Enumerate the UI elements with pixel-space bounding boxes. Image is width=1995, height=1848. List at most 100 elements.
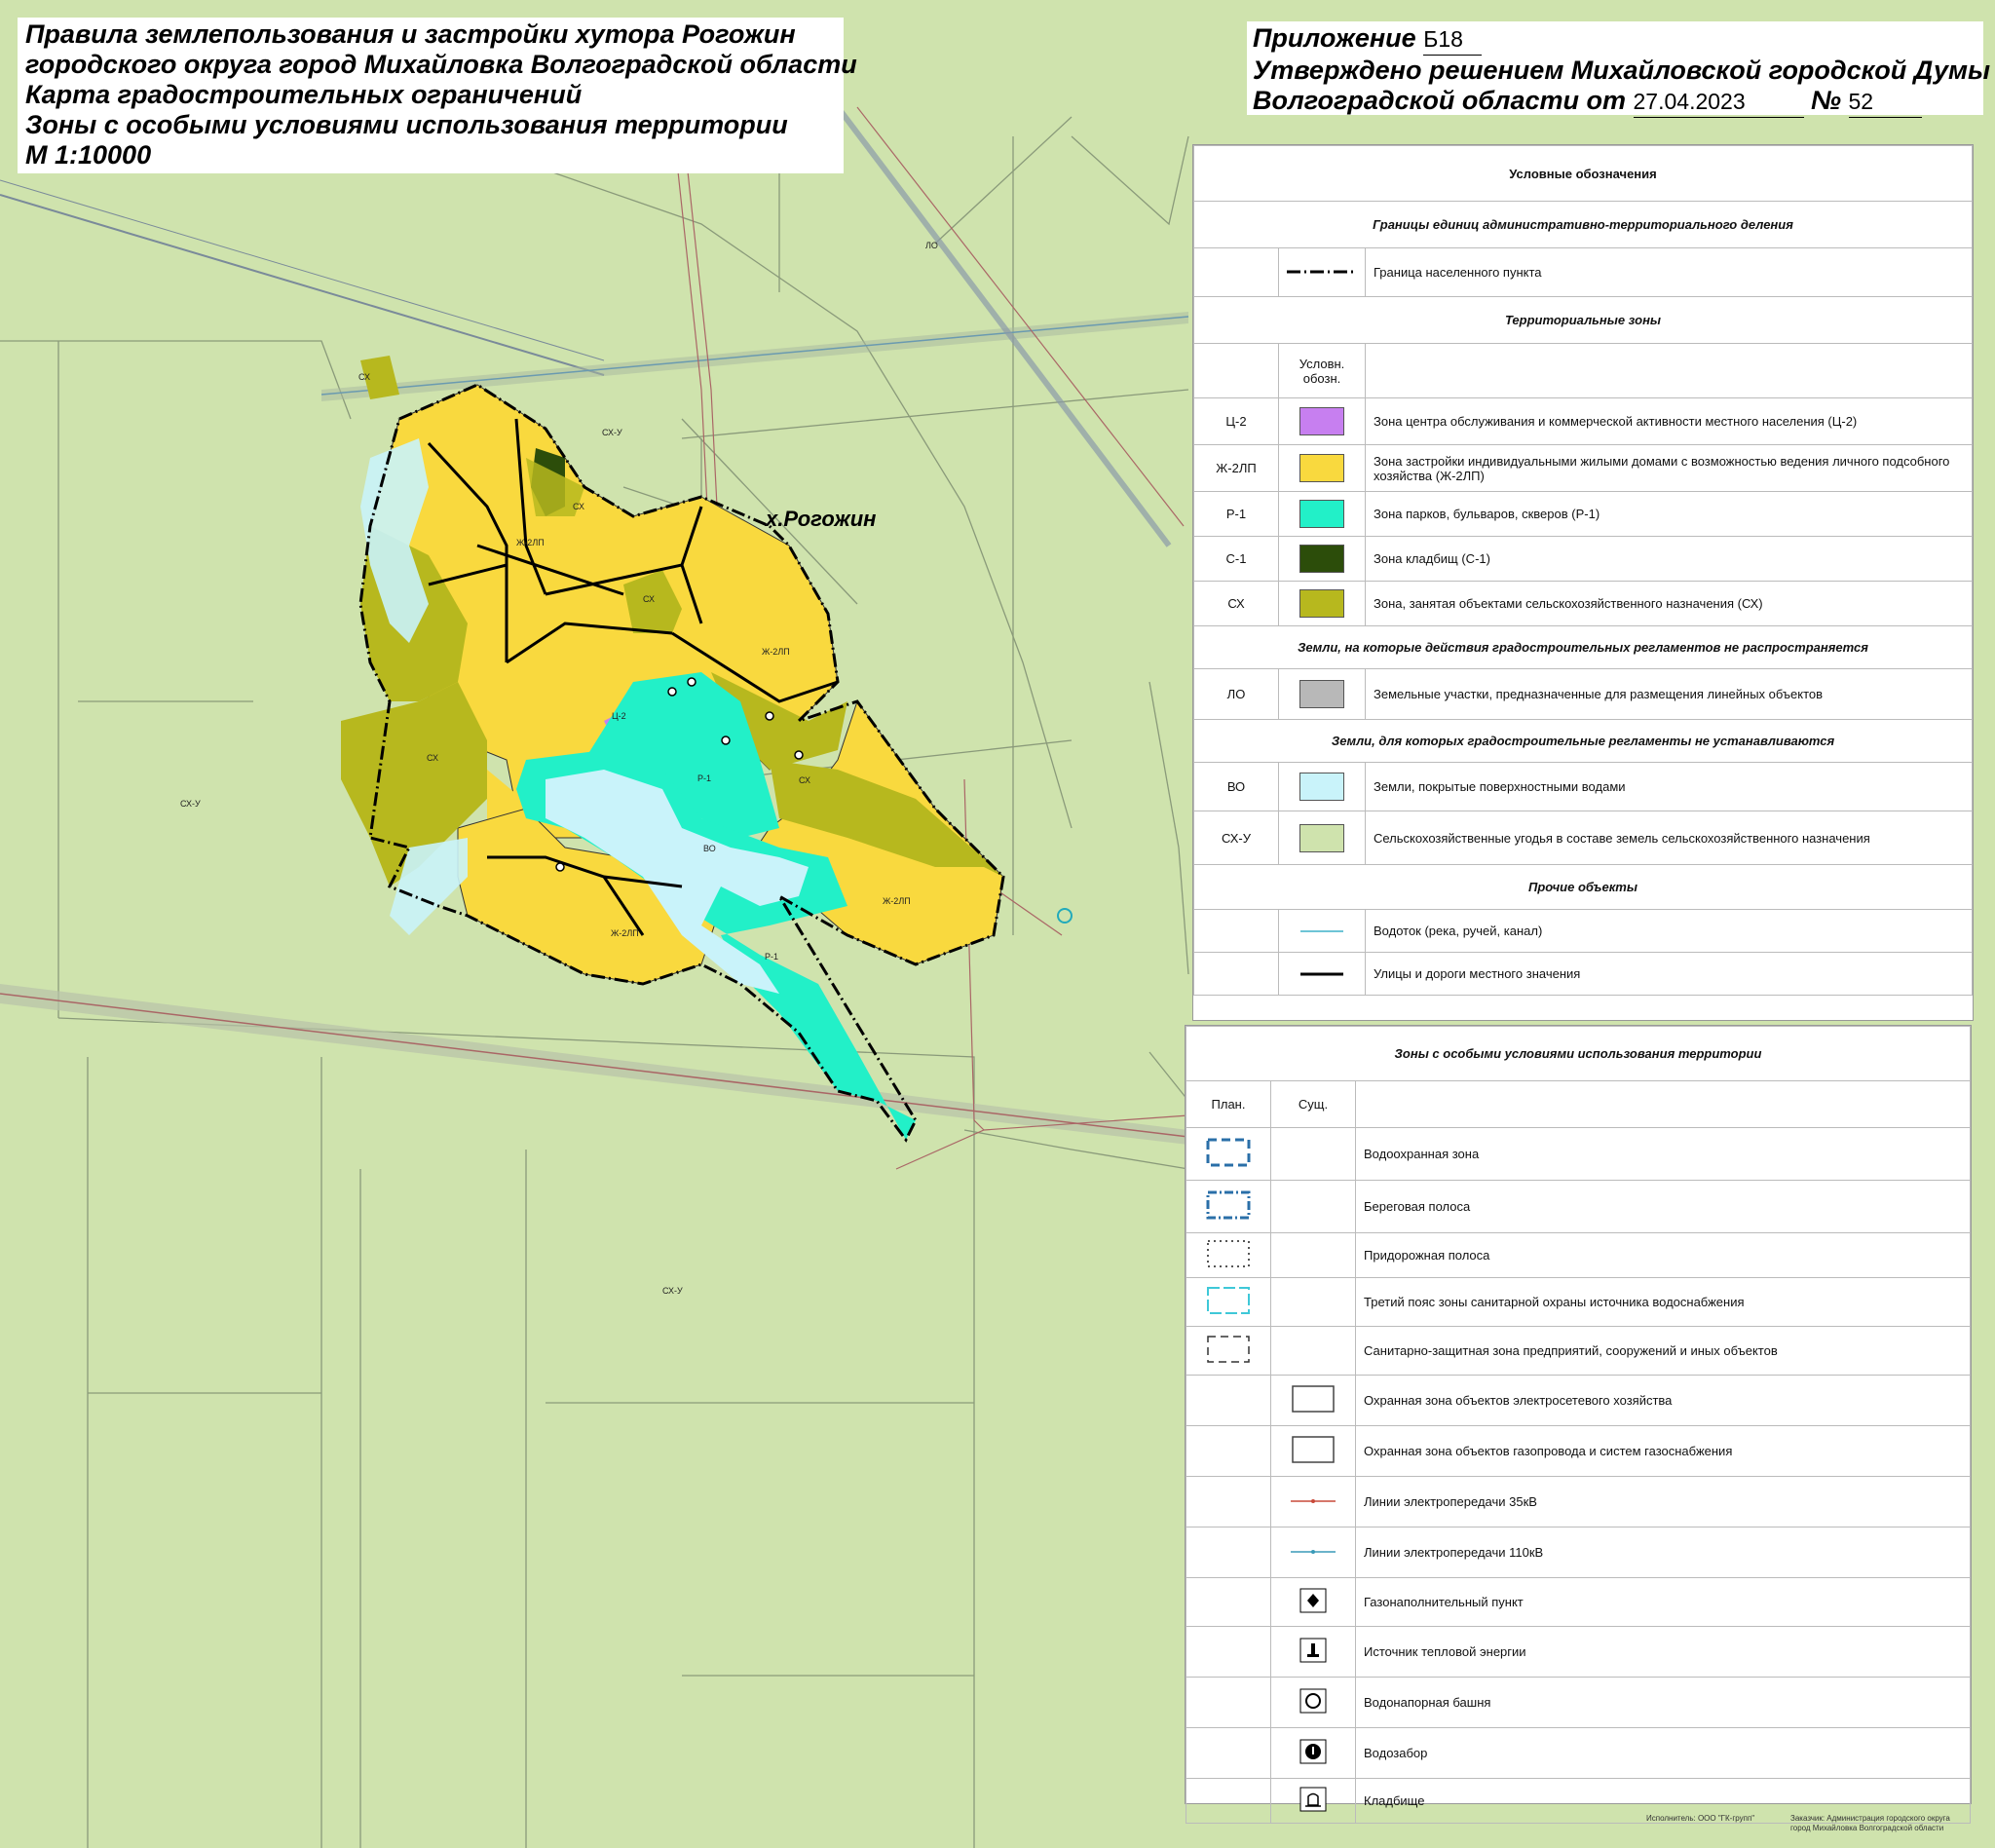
- zone-label: Зона парков, бульваров, скверов (Р-1): [1365, 491, 1973, 537]
- zone-label: СХ: [643, 594, 655, 604]
- col-plan-header: План.: [1186, 1080, 1271, 1128]
- zone-label: Зона кладбищ (С-1): [1365, 536, 1973, 582]
- sanitary-protection-zone-icon: [1186, 1326, 1271, 1376]
- zouit-label: Газонаполнительный пункт: [1355, 1577, 1971, 1627]
- customer-credit-line: Заказчик: Администрация городского округ…: [1790, 1814, 1950, 1823]
- map-title-block: Правила землепользования и застройки хут…: [18, 18, 857, 173]
- water-tower-icon: [1270, 1677, 1356, 1728]
- zone-label: СХ-У: [602, 428, 622, 437]
- approval-number: 52: [1848, 87, 1922, 118]
- appendix-line: Приложение Б18: [1253, 23, 1977, 56]
- heat-source-icon: [1270, 1626, 1356, 1678]
- title-line: городского округа город Михайловка Волго…: [25, 50, 857, 79]
- other-label: Водоток (река, ручей, канал): [1365, 909, 1973, 953]
- zouit-label: Придорожная полоса: [1355, 1232, 1971, 1278]
- legend-zouit: Зоны с особыми условиями использования т…: [1185, 1025, 1972, 1824]
- zouit-label: Водоохранная зона: [1355, 1127, 1971, 1181]
- water-intake-icon: [1270, 1727, 1356, 1779]
- zone-swatch-c1: [1299, 545, 1344, 573]
- cemetery-icon: [1270, 1778, 1356, 1824]
- zone-label: ЛО: [925, 241, 938, 250]
- legend-section-not-set: Земли, для которых градостроительные рег…: [1193, 719, 1973, 763]
- zouit-label: Водонапорная башня: [1355, 1677, 1971, 1728]
- empty-cell: [1186, 1425, 1271, 1477]
- zone-label: СХ: [358, 372, 370, 382]
- title-line: Карта градостроительных ограничений: [25, 80, 583, 109]
- legend-section-zones: Территориальные зоны: [1193, 296, 1973, 344]
- zone-code: ВО: [1193, 762, 1279, 811]
- empty-cell: [1270, 1277, 1356, 1327]
- road-line-icon: [1278, 952, 1366, 996]
- executor-credit: Исполнитель: ООО "ГК-групп": [1646, 1814, 1755, 1823]
- zone-swatch-c2: [1299, 407, 1344, 435]
- zone-code: СХ-У: [1193, 811, 1279, 865]
- title-line: Зоны с особыми условиями использования т…: [25, 110, 788, 139]
- other-label: Улицы и дороги местного значения: [1365, 952, 1973, 996]
- zone-label: Зона центра обслуживания и коммерческой …: [1365, 397, 1973, 445]
- empty-cell: [1186, 1626, 1271, 1678]
- zone-swatch-skhu: [1299, 823, 1344, 852]
- legend-main: Условные обозначения Границы единиц адми…: [1192, 144, 1974, 1021]
- power-grid-zone-icon: [1270, 1375, 1356, 1426]
- zone-label: СХ: [799, 775, 810, 785]
- zone-code: С-1: [1193, 536, 1279, 582]
- zouit-label: Источник тепловой энергии: [1355, 1626, 1971, 1678]
- zone-label: Р-1: [697, 773, 711, 783]
- zone-label: Ж-2ЛП: [883, 896, 911, 906]
- legend-section-not-applied: Земли, на которые действия градостроител…: [1193, 625, 1973, 669]
- zone-label: Земельные участки, предназначенные для р…: [1365, 668, 1973, 720]
- zone-label: СХ-У: [180, 799, 201, 809]
- legend-section-admin: Границы единиц административно-территори…: [1193, 201, 1973, 248]
- zouit-label: Третий пояс зоны санитарной охраны источ…: [1355, 1277, 1971, 1327]
- gas-zone-icon: [1270, 1425, 1356, 1477]
- zone-label: Ж-2ЛП: [611, 928, 639, 938]
- zouit-label: Санитарно-защитная зона предприятий, соо…: [1355, 1326, 1971, 1376]
- appendix-label: Приложение: [1253, 23, 1416, 53]
- approval-date-label: Волгоградской области от: [1253, 86, 1626, 115]
- zone-swatch-lo: [1299, 680, 1344, 708]
- zone-code: Ц-2: [1193, 397, 1279, 445]
- zone-label: Зона застройки индивидуальными жилыми до…: [1365, 444, 1973, 492]
- zone-label: Ж-2ЛП: [516, 538, 545, 547]
- col-symbol-header: Условн. обозн.: [1278, 343, 1366, 398]
- approval-date-line: Волгоградской области от 27.04.2023 № 52: [1253, 86, 1977, 118]
- zone-label: Р-1: [765, 952, 778, 962]
- empty-cell: [1365, 343, 1973, 398]
- zone-code: Р-1: [1193, 491, 1279, 537]
- power-line-35-icon: [1270, 1476, 1356, 1527]
- water-protection-zone-icon: [1186, 1127, 1271, 1181]
- empty-cell: [1186, 1375, 1271, 1426]
- col-exist-header: Сущ.: [1270, 1080, 1356, 1128]
- empty-cell: [1186, 1677, 1271, 1728]
- zone-label: Ц-2: [612, 711, 626, 721]
- sanitary-belt-icon: [1186, 1277, 1271, 1327]
- zone-label: Зона, занятая объектами сельскохозяйстве…: [1365, 581, 1973, 626]
- zone-code: СХ: [1193, 581, 1279, 626]
- zouit-label: Водозабор: [1355, 1727, 1971, 1779]
- zone-swatch-vo: [1299, 773, 1344, 801]
- approval-number-label: №: [1811, 86, 1841, 115]
- title-line: Правила землепользования и застройки хут…: [25, 19, 796, 49]
- scale-label: М 1:10000: [25, 140, 152, 170]
- customer-credit-line: город Михайловка Волгоградской области: [1790, 1824, 1944, 1832]
- appendix-number: Б18: [1423, 24, 1483, 56]
- zone-label: Сельскохозяйственные угодья в составе зе…: [1365, 811, 1973, 865]
- zouit-label: Линии электропередачи 35кВ: [1355, 1476, 1971, 1527]
- gas-filling-icon: [1270, 1577, 1356, 1627]
- empty-cell: [1355, 1080, 1971, 1128]
- empty-cell: [1193, 247, 1279, 297]
- zouit-label: Охранная зона объектов газопровода и сис…: [1355, 1425, 1971, 1477]
- legend-section-other: Прочие объекты: [1193, 864, 1973, 910]
- zone-swatch-r1: [1299, 500, 1344, 528]
- zone-label: СХ: [573, 502, 584, 511]
- zone-label: СХ: [427, 753, 438, 763]
- power-line-110-icon: [1270, 1527, 1356, 1578]
- empty-cell: [1270, 1326, 1356, 1376]
- zone-code: ЛО: [1193, 668, 1279, 720]
- zone-label: Земли, покрытые поверхностными водами: [1365, 762, 1973, 811]
- zouit-label: Береговая полоса: [1355, 1180, 1971, 1233]
- empty-cell: [1270, 1127, 1356, 1181]
- zone-swatch-zh2lp: [1299, 454, 1344, 482]
- settlement-name: х.Рогожин: [766, 507, 877, 531]
- zone-label: СХ-У: [662, 1286, 683, 1296]
